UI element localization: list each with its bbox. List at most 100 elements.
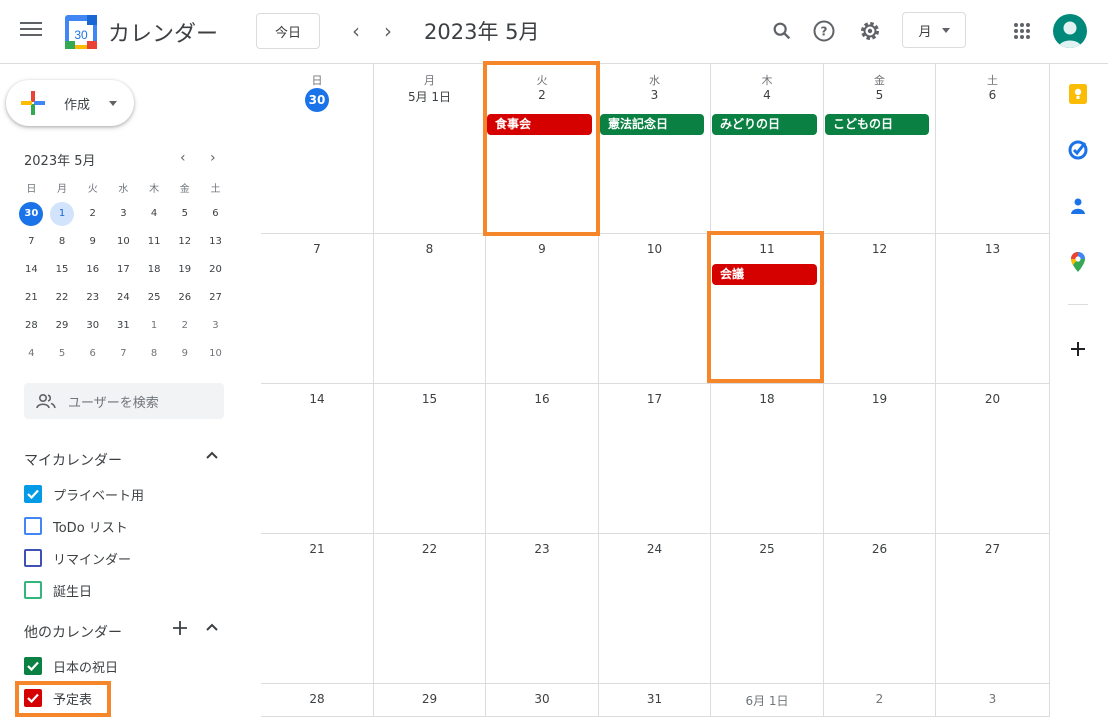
calendar-checkbox[interactable] (24, 485, 42, 503)
day-number[interactable]: 7 (261, 242, 373, 256)
day-cell[interactable]: 29 (374, 684, 486, 717)
day-cell[interactable]: 日 30 (261, 64, 374, 234)
day-cell[interactable]: 14 (261, 384, 374, 534)
mini-day[interactable]: 30 (77, 314, 108, 338)
mini-day[interactable]: 26 (169, 286, 200, 310)
day-cell[interactable]: 2 (824, 684, 936, 717)
account-avatar[interactable] (1053, 14, 1087, 48)
day-number[interactable]: 6月 1日 (711, 692, 823, 709)
today-button[interactable]: 今日 (256, 13, 320, 49)
day-cell[interactable]: 28 (261, 684, 374, 717)
day-number[interactable]: 3 (936, 692, 1049, 706)
day-number[interactable]: 13 (936, 242, 1049, 256)
view-mode-select[interactable]: 月 (902, 12, 966, 48)
mini-day[interactable]: 24 (108, 286, 139, 310)
day-cell[interactable]: 土6 (936, 64, 1049, 234)
next-month-chevron-icon[interactable]: › (375, 18, 401, 44)
day-cell[interactable]: 19 (824, 384, 936, 534)
event-chip[interactable]: こどもの日 (825, 114, 929, 135)
keep-icon[interactable] (1066, 82, 1090, 106)
mini-day[interactable]: 4 (139, 202, 170, 226)
day-cell[interactable]: 金5 (824, 64, 936, 234)
day-number[interactable]: 29 (374, 692, 485, 706)
day-number[interactable]: 2 (824, 692, 935, 706)
prev-month-chevron-icon[interactable]: ‹ (343, 18, 369, 44)
day-cell[interactable]: 7 (261, 234, 374, 384)
mini-day[interactable]: 17 (108, 258, 139, 282)
mini-day[interactable]: 1 (139, 314, 170, 338)
maps-icon[interactable] (1066, 250, 1090, 274)
mini-day[interactable]: 27 (200, 286, 231, 310)
day-cell[interactable]: 13 (936, 234, 1049, 384)
collapse-chevron-icon[interactable] (204, 620, 220, 640)
mini-prev-chevron-icon[interactable]: ‹ (180, 150, 186, 166)
day-cell[interactable]: 月 5月 1日 (374, 64, 486, 234)
mini-day[interactable]: 22 (47, 286, 78, 310)
search-icon[interactable] (768, 17, 796, 45)
day-number[interactable]: 5月 1日 (374, 88, 485, 105)
mini-day[interactable]: 19 (169, 258, 200, 282)
day-cell[interactable]: 22 (374, 534, 486, 684)
calendar-checkbox[interactable] (24, 549, 42, 567)
day-cell[interactable]: 30 (486, 684, 599, 717)
day-number[interactable]: 30 (261, 88, 373, 112)
calendar-checkbox[interactable] (24, 517, 42, 535)
mini-day[interactable]: 31 (108, 314, 139, 338)
mini-day[interactable]: 5 (169, 202, 200, 226)
help-icon[interactable]: ? (810, 17, 838, 45)
day-number[interactable]: 9 (486, 242, 598, 256)
mini-day[interactable]: 15 (47, 258, 78, 282)
calendar-item[interactable]: リマインダー (24, 546, 131, 570)
mini-day[interactable]: 9 (169, 342, 200, 366)
mini-day[interactable]: 8 (139, 342, 170, 366)
event-chip[interactable]: みどりの日 (712, 114, 817, 135)
day-cell[interactable]: 20 (936, 384, 1049, 534)
people-search-input[interactable]: ユーザーを検索 (24, 383, 224, 419)
my-calendars-title[interactable]: マイカレンダー (24, 450, 122, 470)
other-calendars-title[interactable]: 他のカレンダー (24, 622, 122, 642)
day-number[interactable]: 26 (824, 542, 935, 556)
mini-day[interactable]: 2 (169, 314, 200, 338)
tasks-icon[interactable] (1066, 138, 1090, 162)
mini-day[interactable]: 13 (200, 230, 231, 254)
day-number[interactable]: 4 (711, 88, 823, 102)
collapse-chevron-icon[interactable] (204, 448, 220, 468)
day-number[interactable]: 19 (824, 392, 935, 406)
mini-day[interactable]: 14 (16, 258, 47, 282)
day-cell[interactable]: 27 (936, 534, 1049, 684)
day-number[interactable]: 20 (936, 392, 1049, 406)
day-cell[interactable]: 6月 1日 (711, 684, 824, 717)
day-cell[interactable]: 3 (936, 684, 1049, 717)
day-number[interactable]: 5 (824, 88, 935, 102)
day-number[interactable]: 10 (599, 242, 710, 256)
day-number[interactable]: 6 (936, 88, 1049, 102)
day-number[interactable]: 16 (486, 392, 598, 406)
day-cell[interactable]: 10 (599, 234, 711, 384)
mini-next-chevron-icon[interactable]: › (210, 150, 216, 166)
mini-day[interactable]: 20 (200, 258, 231, 282)
day-cell[interactable]: 23 (486, 534, 599, 684)
mini-day[interactable]: 28 (16, 314, 47, 338)
day-number[interactable]: 15 (374, 392, 485, 406)
day-number[interactable]: 25 (711, 542, 823, 556)
mini-day[interactable]: 1 (47, 202, 78, 226)
mini-day[interactable]: 12 (169, 230, 200, 254)
calendar-item[interactable]: ToDo リスト (24, 514, 128, 538)
mini-day[interactable]: 25 (139, 286, 170, 310)
day-cell[interactable]: 15 (374, 384, 486, 534)
day-cell[interactable]: 31 (599, 684, 711, 717)
mini-day[interactable]: 3 (108, 202, 139, 226)
apps-grid-icon[interactable] (1008, 17, 1036, 45)
day-cell[interactable]: 8 (374, 234, 486, 384)
day-number[interactable]: 24 (599, 542, 710, 556)
create-button[interactable]: 作成 (6, 80, 134, 126)
mini-day[interactable]: 18 (139, 258, 170, 282)
day-number[interactable]: 31 (599, 692, 710, 706)
mini-day[interactable]: 7 (108, 342, 139, 366)
day-cell[interactable]: 12 (824, 234, 936, 384)
gear-icon[interactable] (856, 17, 884, 45)
mini-day[interactable]: 4 (16, 342, 47, 366)
mini-day[interactable]: 29 (47, 314, 78, 338)
day-cell[interactable]: 24 (599, 534, 711, 684)
mini-day[interactable]: 10 (200, 342, 231, 366)
